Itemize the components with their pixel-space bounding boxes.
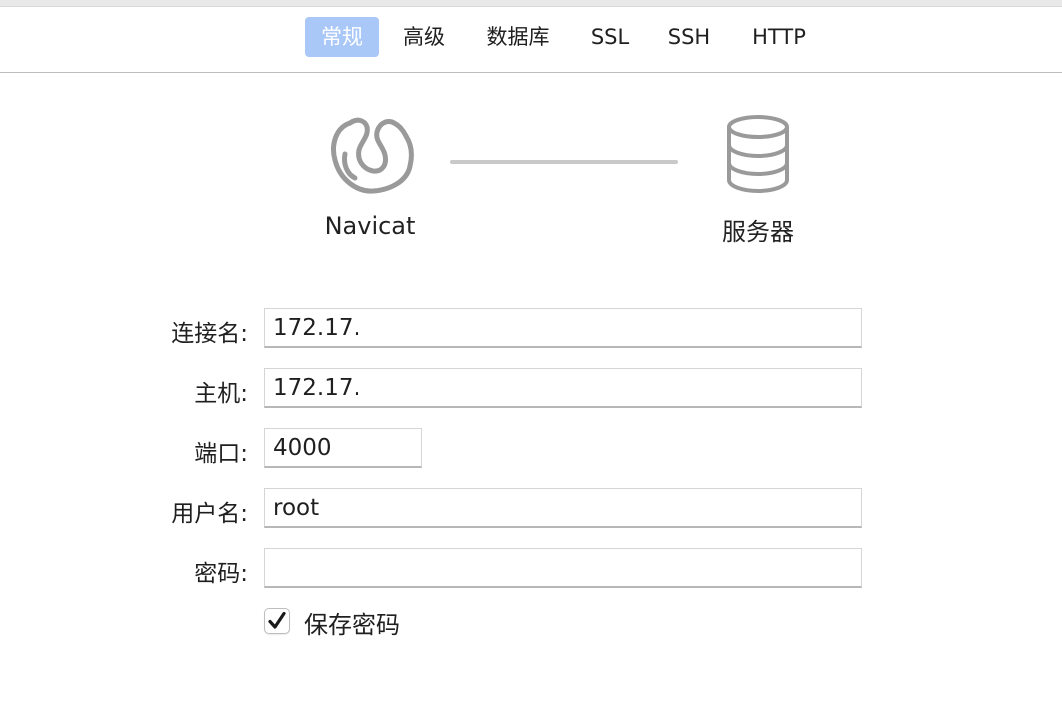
save-password-checkbox[interactable] — [264, 608, 290, 634]
tab-ssl[interactable]: SSL — [580, 17, 640, 57]
port-row: 端口: — [0, 428, 1062, 472]
server-label: 服务器 — [722, 218, 794, 246]
tab-databases[interactable]: 数据库 — [473, 17, 563, 57]
host-row: 主机: — [0, 368, 1062, 412]
port-label: 端口: — [194, 441, 248, 467]
username-row: 用户名: — [0, 488, 1062, 532]
password-field[interactable] — [264, 548, 862, 588]
connection-line — [450, 160, 678, 164]
host-field[interactable] — [264, 368, 862, 408]
username-field[interactable] — [264, 488, 862, 528]
tab-ssh[interactable]: SSH — [658, 17, 720, 57]
tab-advanced[interactable]: 高级 — [392, 17, 456, 57]
redaction-mask — [358, 374, 438, 404]
navicat-logo-icon — [331, 117, 414, 194]
database-icon — [727, 115, 789, 194]
password-row: 密码: — [0, 548, 1062, 592]
tab-http[interactable]: HTTP — [740, 17, 818, 57]
connection-name-row: 连接名: — [0, 308, 1062, 352]
connection-name-label: 连接名: — [171, 321, 248, 347]
client-label: Navicat — [324, 212, 416, 240]
settings-tab-bar: 常规 高级 数据库 SSL SSH HTTP — [0, 7, 1062, 73]
username-label: 用户名: — [171, 501, 248, 527]
connection-dialog: 常规 高级 数据库 SSL SSH HTTP Navicat 服务器 连接名: … — [0, 0, 1062, 708]
save-password-label: 保存密码 — [304, 611, 400, 639]
host-label: 主机: — [194, 381, 248, 407]
tab-general[interactable]: 常规 — [305, 17, 379, 57]
password-label: 密码: — [194, 561, 248, 587]
window-top-strip — [0, 0, 1062, 7]
connection-name-field[interactable] — [264, 308, 862, 348]
checkmark-icon — [268, 611, 286, 629]
port-field[interactable] — [264, 428, 422, 468]
redaction-mask — [358, 314, 428, 344]
connection-diagram: Navicat 服务器 — [0, 100, 1062, 260]
